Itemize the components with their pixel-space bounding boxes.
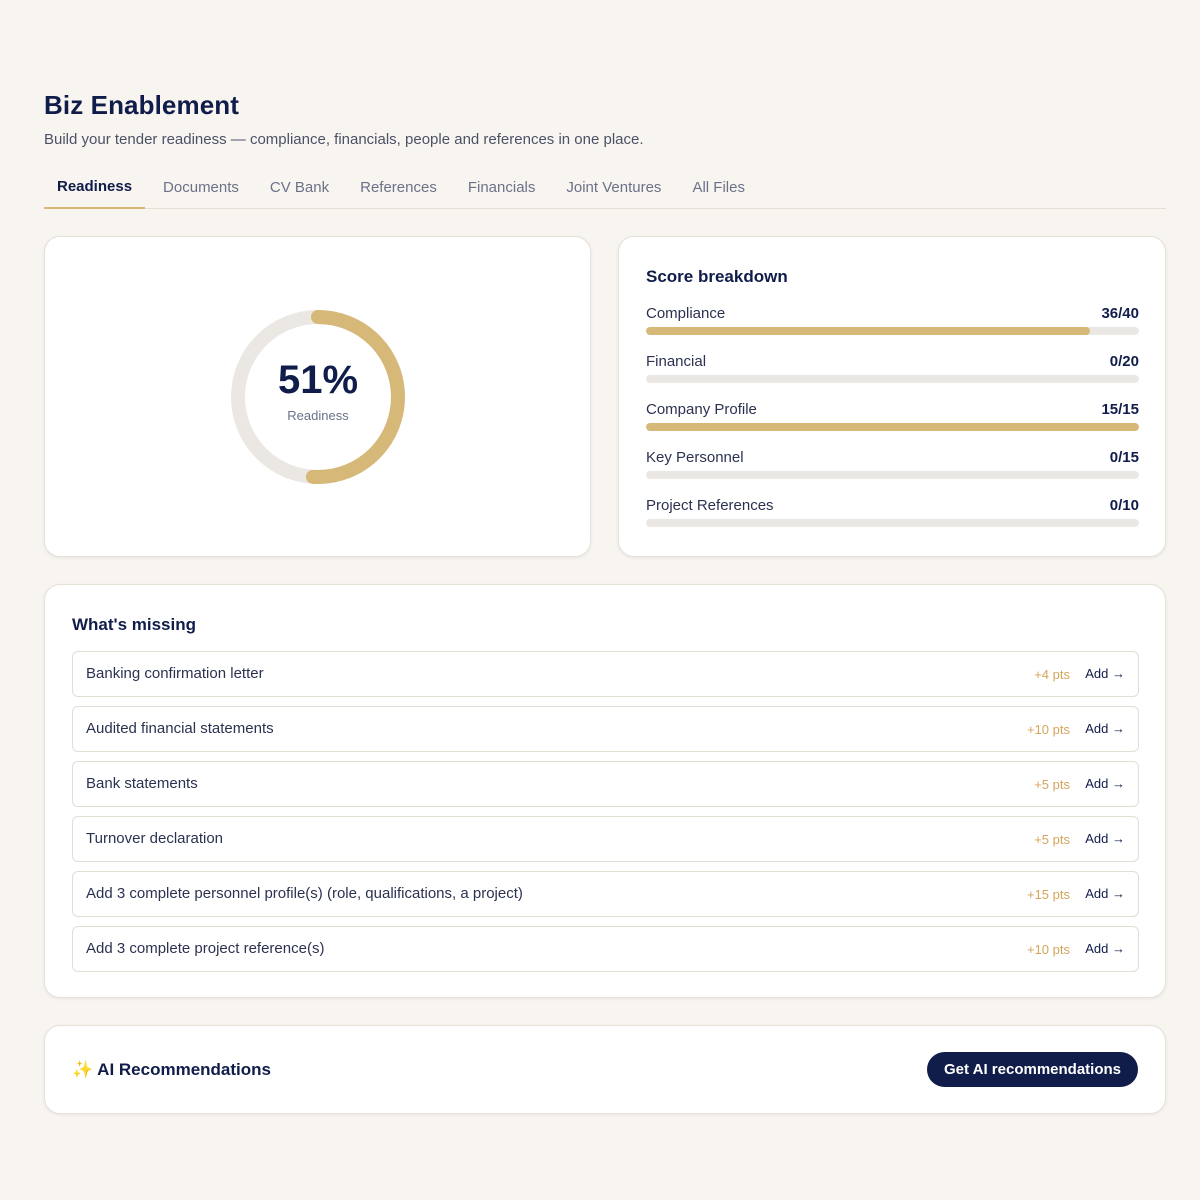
score-value: 0/15 — [1109, 449, 1139, 466]
ai-recommendations-title: ✨ AI Recommendations — [72, 1060, 271, 1080]
score-label: Compliance — [646, 305, 726, 322]
missing-item-points: +10 pts — [1026, 942, 1070, 957]
missing-item-points: +4 pts — [1034, 667, 1070, 682]
score-label: Key Personnel — [646, 449, 744, 466]
sparkles-icon: ✨ — [72, 1060, 94, 1079]
score-progress-bar — [646, 375, 1139, 383]
score-breakdown-card: Score breakdown Compliance 36/40 Financi… — [618, 236, 1166, 557]
readiness-percent: 51% — [277, 358, 359, 402]
add-button[interactable]: Add → — [1085, 886, 1125, 901]
missing-item-label: Banking confirmation letter — [86, 665, 264, 682]
missing-item-label: Add 3 complete project reference(s) — [86, 940, 325, 957]
score-value: 36/40 — [1101, 305, 1139, 322]
missing-item-label: Add 3 complete personnel profile(s) (rol… — [86, 885, 523, 902]
missing-item-label: Audited financial statements — [86, 720, 274, 737]
tab-references[interactable]: References — [347, 168, 450, 208]
score-label: Company Profile — [646, 401, 757, 418]
whats-missing-title: What's missing — [72, 615, 197, 634]
missing-item[interactable]: Turnover declaration +5 pts Add → — [72, 816, 1139, 862]
score-value: 0/20 — [1109, 353, 1139, 370]
missing-item[interactable]: Bank statements +5 pts Add → — [72, 761, 1139, 807]
page: Biz Enablement Build your tender readine… — [0, 0, 1200, 1200]
score-row-financial: Financial 0/20 — [646, 353, 1139, 393]
tab-all-files[interactable]: All Files — [679, 168, 758, 208]
readiness-label: Readiness — [287, 408, 349, 423]
readiness-ring: 51% Readiness — [228, 307, 408, 487]
score-progress-bar — [646, 519, 1139, 527]
score-breakdown-title: Score breakdown — [646, 267, 788, 286]
tab-readiness[interactable]: Readiness — [44, 168, 146, 209]
tab-documents[interactable]: Documents — [150, 168, 252, 208]
missing-item[interactable]: Add 3 complete project reference(s) +10 … — [72, 926, 1139, 972]
score-progress-fill — [646, 423, 1139, 431]
score-progress-bar — [646, 471, 1139, 479]
score-row-company-profile: Company Profile 15/15 — [646, 401, 1139, 441]
page-subtitle: Build your tender readiness — compliance… — [44, 131, 644, 148]
score-value: 15/15 — [1101, 401, 1139, 418]
missing-item[interactable]: Banking confirmation letter +4 pts Add → — [72, 651, 1139, 697]
page-title: Biz Enablement — [44, 90, 239, 120]
missing-item-points: +15 pts — [1026, 887, 1070, 902]
missing-item-points: +10 pts — [1026, 722, 1070, 737]
tab-bar: Readiness Documents CV Bank References F… — [44, 168, 1166, 209]
get-ai-recommendations-button[interactable]: Get AI recommendations — [927, 1052, 1138, 1087]
missing-item-label: Bank statements — [86, 775, 198, 792]
score-value: 0/10 — [1109, 497, 1139, 514]
add-button[interactable]: Add → — [1085, 666, 1125, 681]
score-row-key-personnel: Key Personnel 0/15 — [646, 449, 1139, 489]
missing-item[interactable]: Audited financial statements +10 pts Add… — [72, 706, 1139, 752]
score-label: Project References — [646, 497, 774, 514]
ai-recommendations-card: ✨ AI Recommendations Get AI recommendatio… — [44, 1025, 1166, 1114]
score-row-compliance: Compliance 36/40 — [646, 305, 1139, 345]
add-button[interactable]: Add → — [1085, 831, 1125, 846]
readiness-card: 51% Readiness — [44, 236, 591, 557]
tab-joint-ventures[interactable]: Joint Ventures — [553, 168, 674, 208]
add-button[interactable]: Add → — [1085, 721, 1125, 736]
whats-missing-card: What's missing Banking confirmation lett… — [44, 584, 1166, 998]
tab-cv-bank[interactable]: CV Bank — [257, 168, 342, 208]
score-progress-fill — [646, 327, 1090, 335]
add-button[interactable]: Add → — [1085, 941, 1125, 956]
missing-item-points: +5 pts — [1034, 832, 1070, 847]
score-progress-bar — [646, 327, 1139, 335]
score-label: Financial — [646, 353, 707, 370]
missing-item-label: Turnover declaration — [86, 830, 224, 847]
ai-recommendations-label: AI Recommendations — [97, 1060, 271, 1079]
score-row-project-references: Project References 0/10 — [646, 497, 1139, 537]
score-progress-bar — [646, 423, 1139, 431]
add-button[interactable]: Add → — [1085, 776, 1125, 791]
tab-financials[interactable]: Financials — [455, 168, 549, 208]
missing-item[interactable]: Add 3 complete personnel profile(s) (rol… — [72, 871, 1139, 917]
missing-item-points: +5 pts — [1034, 777, 1070, 792]
